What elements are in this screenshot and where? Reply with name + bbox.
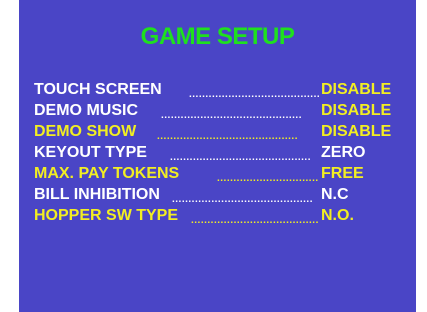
menu-item-value: N.C [321,186,349,203]
menu-item-keyout-type[interactable]: KEYOUT TYPE ............................… [34,142,406,163]
menu-item-hopper-sw-type[interactable]: HOPPER SW TYPE .........................… [34,205,406,226]
game-setup-screen: GAME SETUP TOUCH SCREEN ................… [19,0,416,312]
menu-item-value: DISABLE [321,102,392,119]
menu-item-label: DEMO SHOW [34,123,137,140]
menu-item-label: DEMO MUSIC [34,102,138,119]
setup-menu: TOUCH SCREEN ...........................… [34,79,406,226]
page-title: GAME SETUP [140,23,295,50]
menu-item-value: DISABLE [321,123,392,140]
menu-item-label: HOPPER SW TYPE [34,207,179,224]
menu-item-demo-music[interactable]: DEMO MUSIC .............................… [34,100,406,121]
menu-item-max-pay-tokens[interactable]: MAX. PAY TOKENS ........................… [34,163,406,184]
menu-item-label: MAX. PAY TOKENS [34,165,180,182]
menu-item-value: DISABLE [321,81,392,98]
menu-item-value: FREE [321,165,364,182]
menu-item-value: N.O. [321,207,354,224]
menu-item-label: TOUCH SCREEN [34,81,162,98]
menu-item-demo-show[interactable]: DEMO SHOW ..............................… [34,121,406,142]
menu-item-label: KEYOUT TYPE [34,144,147,161]
dot-leader: ........................................… [191,215,319,226]
menu-item-bill-inhibition[interactable]: BILL INHIBITION ........................… [34,184,406,205]
menu-item-label: BILL INHIBITION [34,186,160,203]
menu-item-value: ZERO [321,144,366,161]
menu-item-touch-screen[interactable]: TOUCH SCREEN ...........................… [34,79,406,100]
